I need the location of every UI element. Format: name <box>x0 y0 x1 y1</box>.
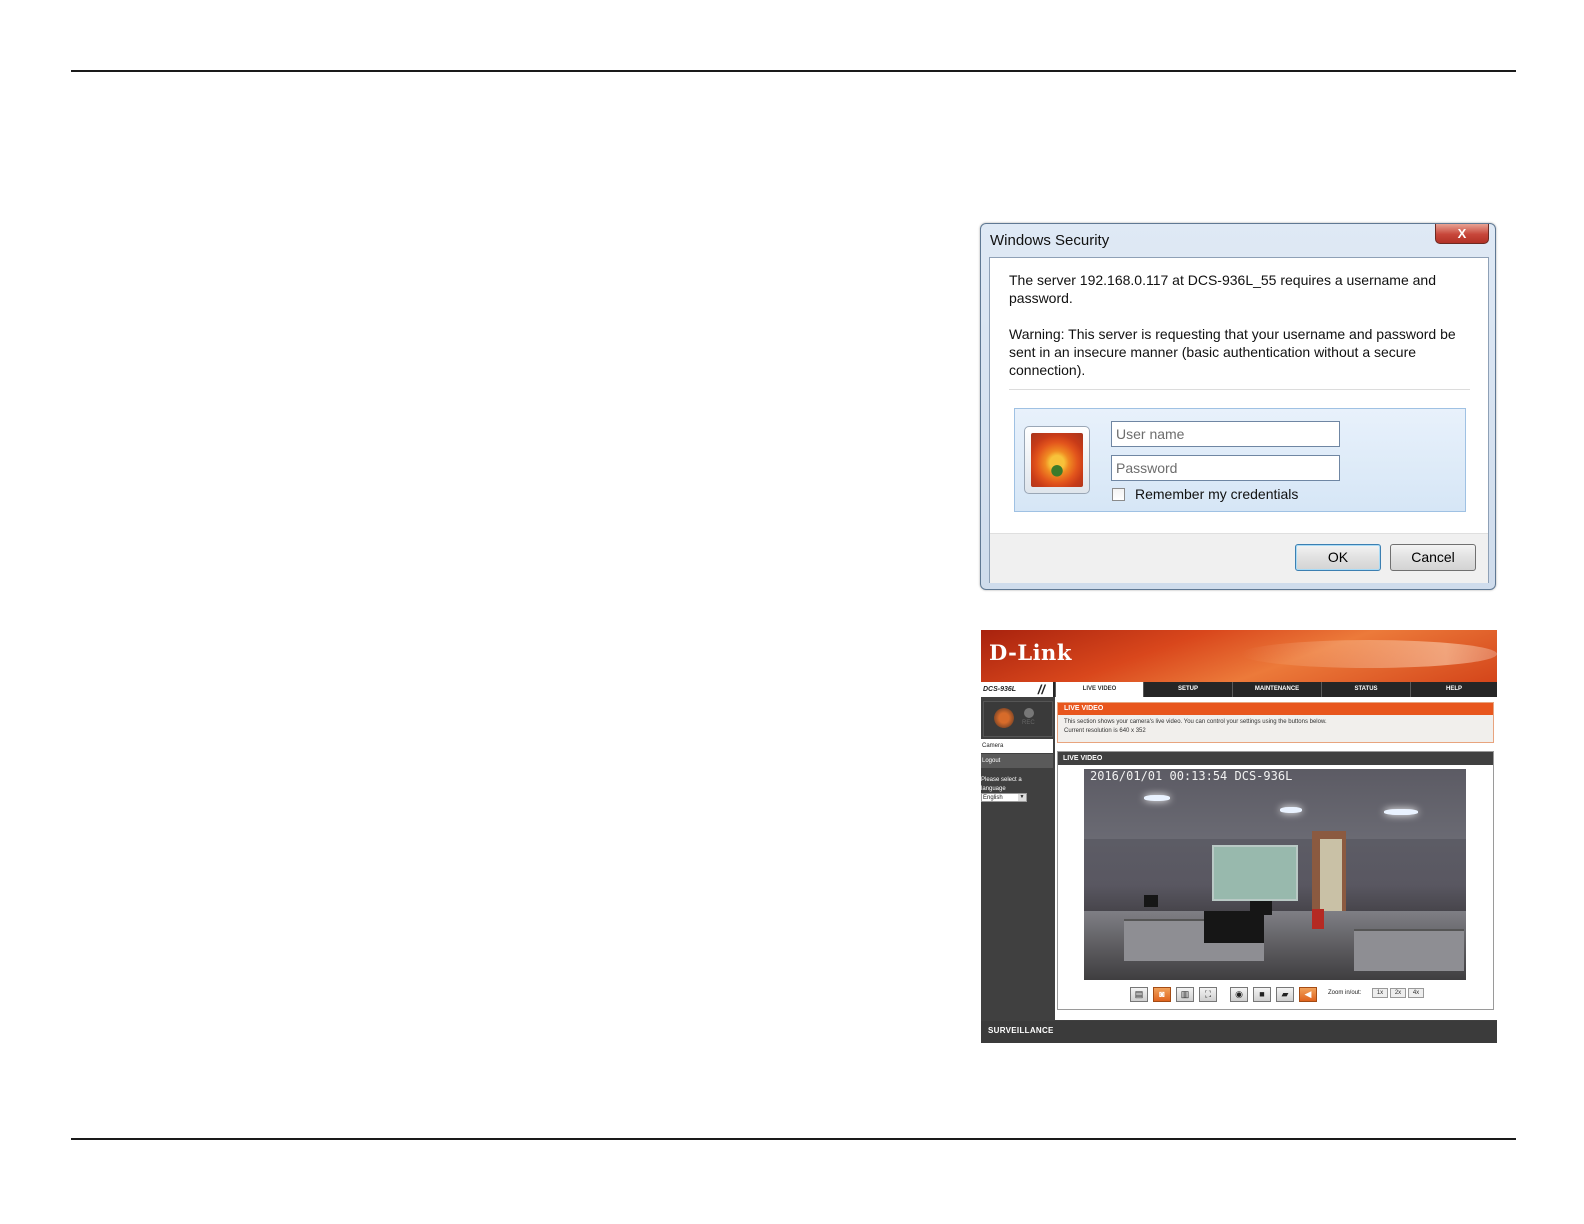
video-monitor <box>1144 895 1158 907</box>
ok-button[interactable]: OK <box>1295 544 1381 571</box>
cancel-button[interactable]: Cancel <box>1390 544 1476 571</box>
rec-dot-icon <box>1024 708 1034 718</box>
bottom-rule <box>71 1138 1516 1140</box>
dlink-logo: D-Link <box>989 640 1072 665</box>
video-lamp <box>1384 809 1418 815</box>
speaker-icon: ◀ <box>1304 989 1312 999</box>
dlink-footer: SURVEILLANCE <box>981 1021 1497 1043</box>
tab-maintenance[interactable]: MAINTENANCE <box>1232 682 1321 697</box>
record-button[interactable]: ■ <box>1253 987 1271 1002</box>
footer-text: SURVEILLANCE <box>988 1026 1054 1035</box>
language-prompt: Please select a language <box>981 777 1022 792</box>
zoom-label: Zoom in/out: <box>1328 990 1362 996</box>
video-camera-icon: ■ <box>1259 989 1265 999</box>
model-label: DCS-936L // <box>981 682 1053 697</box>
model-slash-decoration: // <box>1037 682 1045 697</box>
tab-status[interactable]: STATUS <box>1321 682 1410 697</box>
windows-security-dialog: Windows Security X The server 192.168.0.… <box>980 223 1496 590</box>
banner-description-line-1: This section shows your camera's live vi… <box>1064 719 1327 725</box>
server-message: The server 192.168.0.117 at DCS-936L_55 … <box>1009 272 1437 306</box>
dlink-header: D-Link <box>981 630 1497 682</box>
video-partition <box>1354 929 1464 971</box>
model-name: DCS-936L <box>983 686 1017 693</box>
video-timestamp: 2016/01/01 00:13:54 DCS-936L <box>1090 769 1293 783</box>
banner-description: This section shows your camera's live vi… <box>1064 718 1484 736</box>
live-video-info-banner: LIVE VIDEO This section shows your camer… <box>1057 702 1494 743</box>
sidebar-item-logout[interactable]: Logout <box>981 754 1053 768</box>
zoom-1x-button[interactable]: 1x <box>1372 988 1388 998</box>
video-whiteboard <box>1212 845 1298 901</box>
banner-description-line-2: Current resolution is 640 x 352 <box>1064 728 1146 734</box>
camera-logo-icon <box>994 708 1014 728</box>
video-red-chair <box>1312 909 1324 929</box>
zoom-2x-button[interactable]: 2x <box>1390 988 1406 998</box>
language-value: English <box>983 795 1003 801</box>
username-input[interactable]: User name <box>1111 421 1340 447</box>
remember-credentials-label[interactable]: Remember my credentials <box>1135 486 1298 502</box>
language-select[interactable]: English ▼ <box>981 793 1027 802</box>
close-icon: X <box>1457 226 1467 241</box>
fullscreen-button[interactable]: ⛶ <box>1199 987 1217 1002</box>
section-title: LIVE VIDEO <box>1063 755 1103 762</box>
video-lamp <box>1144 795 1170 801</box>
storage-button[interactable]: ▰ <box>1276 987 1294 1002</box>
top-rule <box>71 70 1516 72</box>
insecure-warning: Warning: This server is requesting that … <box>1009 326 1456 378</box>
folder-icon: ▰ <box>1281 989 1289 999</box>
live-video-feed[interactable]: 2016/01/01 00:13:54 DCS-936L <box>1084 769 1466 980</box>
sidebar: REC Camera Logout Please select a langua… <box>981 697 1053 1020</box>
flower-icon <box>1031 433 1083 487</box>
banner-bar <box>1058 703 1493 715</box>
password-input[interactable]: Password <box>1111 455 1340 481</box>
close-button[interactable]: X <box>1435 224 1489 244</box>
zoom-4x-button[interactable]: 4x <box>1408 988 1424 998</box>
header-swoosh <box>1241 640 1497 668</box>
video-monitor <box>1204 911 1264 943</box>
section-bar <box>1058 752 1493 765</box>
separator <box>1009 389 1470 390</box>
dlink-camera-page: D-Link DCS-936L // LIVE VIDEO SETUP MAIN… <box>981 630 1497 1043</box>
banner-title: LIVE VIDEO <box>1064 705 1104 712</box>
dialog-body: The server 192.168.0.117 at DCS-936L_55 … <box>989 257 1489 583</box>
rec-indicator: REC <box>983 701 1053 737</box>
fullscreen-icon: ⛶ <box>1204 989 1212 999</box>
tab-setup[interactable]: SETUP <box>1143 682 1232 697</box>
stream-icon: ▥ <box>1180 989 1190 999</box>
live-video-section: LIVE VIDEO 2016/01/01 00:13:54 DCS-936L <box>1057 751 1494 1010</box>
video-lamp <box>1280 807 1302 813</box>
chevron-down-icon: ▼ <box>1018 794 1026 801</box>
tab-live-video[interactable]: LIVE VIDEO <box>1055 682 1143 697</box>
audio-button[interactable]: ◀ <box>1299 987 1317 1002</box>
rotate-view-button[interactable]: ▤ <box>1130 987 1148 1002</box>
credential-panel: User name Password Remember my credentia… <box>1014 408 1466 512</box>
user-avatar <box>1024 426 1090 494</box>
stream-button[interactable]: ▥ <box>1176 987 1194 1002</box>
camera-icon: ◉ <box>1235 989 1243 999</box>
sidebar-item-camera[interactable]: Camera <box>981 739 1053 753</box>
dialog-title: Windows Security <box>990 232 1110 249</box>
video-monitor <box>1250 901 1272 915</box>
digital-zoom-button[interactable]: ◙ <box>1153 987 1171 1002</box>
tab-help[interactable]: HELP <box>1410 682 1497 697</box>
rec-label: REC <box>1022 720 1035 726</box>
remember-credentials-checkbox[interactable] <box>1112 488 1125 501</box>
main-content: LIVE VIDEO This section shows your camer… <box>1055 697 1497 1020</box>
dialog-footer: OK Cancel <box>990 533 1488 583</box>
snapshot-button[interactable]: ◉ <box>1230 987 1248 1002</box>
monitor-icon: ▤ <box>1134 989 1144 999</box>
zoom-icon: ◙ <box>1159 989 1165 999</box>
